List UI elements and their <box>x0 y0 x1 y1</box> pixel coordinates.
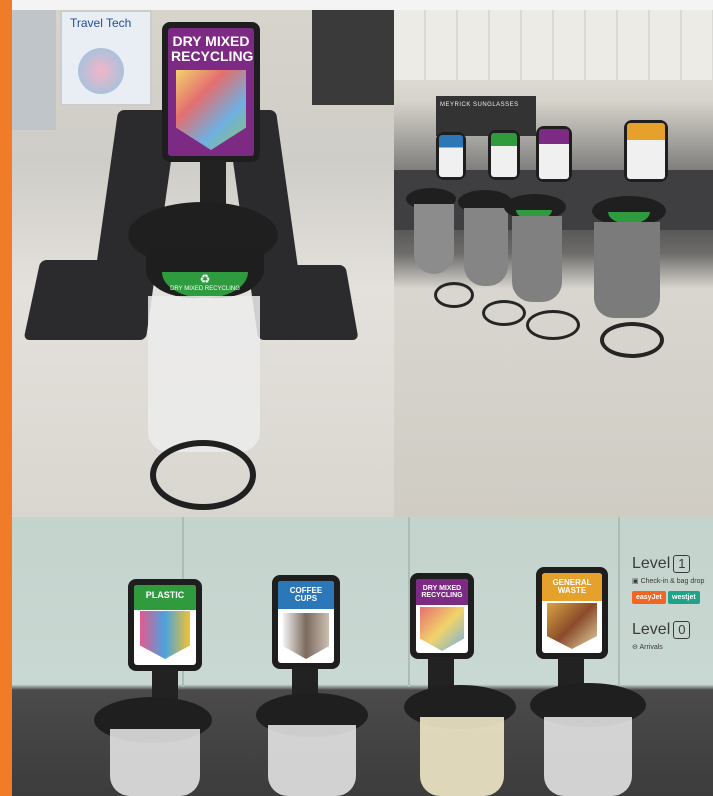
photo-wall-bins: PLASTIC COFFEE CUPS DRY MIXED RECYCLING … <box>12 517 713 796</box>
level-0-number: 0 <box>673 621 691 639</box>
bin-3-bag <box>512 216 562 302</box>
bin-base-1 <box>434 282 474 308</box>
magazine-rack <box>12 10 56 130</box>
wall-bin-3-bag <box>420 717 504 796</box>
wall-bin-1-bag <box>110 729 200 796</box>
photo-single-recycling-bin: Travel Tech DRY MIXED RECYCLING ♻ DRY MI… <box>12 10 394 517</box>
plastic-items-pennant <box>140 611 190 659</box>
level-1-description: ▣ Check-in & bag drop <box>632 577 704 585</box>
sign-coffee-cups: COFFEE CUPS <box>272 575 340 669</box>
recycling-sign-text: DRY MIXED RECYCLING <box>171 33 254 64</box>
recycling-sign-board: DRY MIXED RECYCLING <box>162 22 260 162</box>
level-1-desc-text: Check-in & bag drop <box>640 578 705 585</box>
shop-front: MEYRICK SUNGLASSES <box>436 96 536 136</box>
wall-bin-2-bag <box>268 725 356 796</box>
level-0-description: ⊖ Arrivals <box>632 643 663 651</box>
sign-1 <box>436 132 466 180</box>
elevator-up-icon: ▣ <box>632 578 639 585</box>
level-1-word: Level <box>632 555 671 572</box>
bin-base-ring <box>150 440 256 510</box>
sign-general-waste-text: GENERAL WASTE <box>542 573 602 601</box>
store-front <box>312 10 394 105</box>
travel-tech-sign: Travel Tech <box>60 10 152 106</box>
sign-3 <box>536 126 572 182</box>
recyclables-pennant <box>176 70 246 150</box>
level-1-heading: Level 1 <box>632 555 691 573</box>
bin-base-2 <box>482 300 526 326</box>
elevator-down-icon: ⊖ <box>632 644 638 651</box>
bin-base-4 <box>600 322 664 358</box>
general-waste-pennant <box>547 603 597 649</box>
level-0-desc-text: Arrivals <box>639 644 663 651</box>
level-0-word: Level <box>632 621 671 638</box>
coffee-cups-pennant <box>283 613 329 659</box>
sign-2 <box>488 130 520 180</box>
globe-graphic <box>78 48 124 94</box>
recycle-icon: ♻ <box>199 272 211 286</box>
ceiling <box>394 10 713 80</box>
sign-plastic: PLASTIC <box>128 579 202 671</box>
wall-panel-seam <box>618 517 620 687</box>
sign-coffee-cups-text: COFFEE CUPS <box>278 581 334 609</box>
clear-bin-bag <box>148 296 260 452</box>
sign-dry-mixed-recycling-text: DRY MIXED RECYCLING <box>416 579 468 605</box>
travel-tech-sign-text: Travel Tech <box>70 16 132 30</box>
bin-1-bag <box>414 204 454 274</box>
easyjet-tag: easyJet <box>632 591 666 604</box>
sign-plastic-text: PLASTIC <box>134 585 196 611</box>
seat-right-front <box>275 265 359 340</box>
sign-4 <box>624 120 668 182</box>
sign-dry-mixed-recycling: DRY MIXED RECYCLING <box>410 573 474 659</box>
orange-border-stripe <box>0 0 12 796</box>
level-0-heading: Level 0 <box>632 621 691 639</box>
westjet-tag: westjet <box>668 591 700 604</box>
shop-name: MEYRICK SUNGLASSES <box>440 102 519 108</box>
sign-general-waste: GENERAL WASTE <box>536 567 608 659</box>
recycling-label-text: DRY MIXED RECYCLING <box>170 286 240 292</box>
bin-2-bag <box>464 208 508 286</box>
dry-mixed-pennant <box>420 607 464 651</box>
seat-left-front <box>23 260 151 340</box>
level-1-number: 1 <box>673 555 691 573</box>
bin-base-3 <box>526 310 580 340</box>
bin-4-bag <box>594 222 660 318</box>
photo-bin-row: MEYRICK SUNGLASSES <box>394 10 713 517</box>
wall-bin-4-bag <box>544 717 632 796</box>
